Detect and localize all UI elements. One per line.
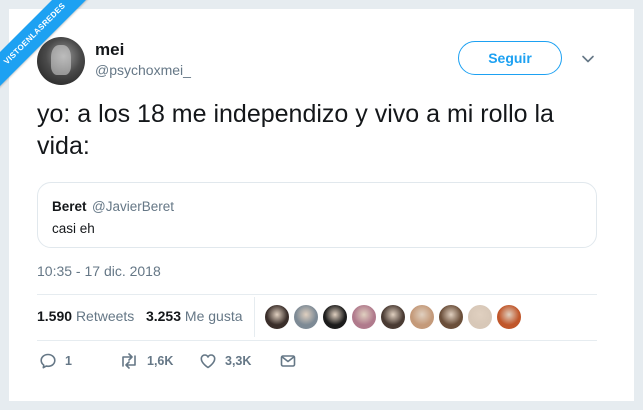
liker-avatar[interactable] [409, 304, 435, 330]
retweet-count: 1,6K [147, 354, 174, 368]
author-name[interactable]: mei [95, 40, 124, 60]
like-button[interactable]: 3,3K [199, 352, 251, 370]
divider [37, 294, 597, 295]
liker-avatar[interactable] [380, 304, 406, 330]
liker-avatar[interactable] [496, 304, 522, 330]
quoted-author-name: Beret [52, 199, 87, 214]
engagement-stats: 1.590 Retweets 3.253 Me gusta [37, 308, 243, 324]
reply-button[interactable]: 1 [39, 352, 72, 370]
envelope-icon [280, 355, 296, 367]
tweet-actions: 1 1,6K 3,3K [37, 352, 337, 376]
quoted-text: casi eh [52, 221, 95, 236]
liker-avatar[interactable] [293, 304, 319, 330]
liker-avatar[interactable] [351, 304, 377, 330]
likes-count[interactable]: 3.253 [146, 308, 181, 324]
retweets-label[interactable]: Retweets [76, 308, 134, 324]
chevron-down-icon[interactable] [581, 52, 595, 66]
liker-avatar[interactable] [322, 304, 348, 330]
tweet-text: yo: a los 18 me independizo y vivo a mi … [37, 100, 554, 160]
retweets-count[interactable]: 1.590 [37, 308, 72, 324]
quoted-tweet[interactable]: Beret @JavierBeret casi eh [37, 182, 597, 248]
liker-avatar[interactable] [264, 304, 290, 330]
quoted-author-handle: @JavierBeret [92, 199, 174, 214]
likes-label[interactable]: Me gusta [185, 308, 243, 324]
tweet-timestamp[interactable]: 10:35 - 17 dic. 2018 [37, 263, 161, 279]
reply-icon [40, 353, 56, 369]
retweet-button[interactable]: 1,6K [119, 352, 173, 370]
author-handle[interactable]: @psychoxmei_ [95, 62, 191, 78]
avatar[interactable] [37, 37, 85, 85]
stats-separator [254, 297, 255, 337]
like-count: 3,3K [225, 354, 252, 368]
retweet-icon [122, 353, 136, 369]
follow-button[interactable]: Seguir [458, 41, 562, 75]
divider [37, 340, 597, 341]
direct-message-button[interactable] [279, 352, 297, 370]
liker-avatar[interactable] [467, 304, 493, 330]
liker-avatar[interactable] [438, 304, 464, 330]
reply-count: 1 [65, 354, 72, 368]
heart-icon [200, 354, 216, 369]
